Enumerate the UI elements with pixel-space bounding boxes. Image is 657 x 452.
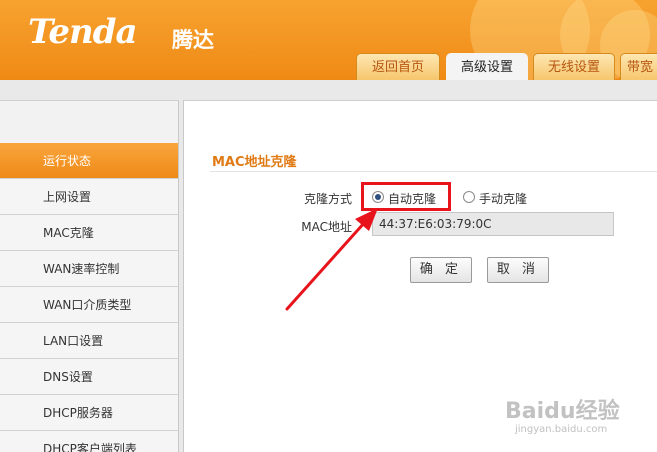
cancel-button[interactable]: 取 消 — [487, 257, 549, 283]
tenda-logo: Tenda — [28, 12, 138, 52]
ok-button[interactable]: 确 定 — [410, 257, 472, 283]
radio-auto-clone[interactable] — [372, 191, 384, 203]
tab-bandwidth[interactable]: 带宽 — [620, 53, 657, 80]
tab-wireless-settings[interactable]: 无线设置 — [533, 53, 615, 80]
sidebar-item-mac-clone[interactable]: MAC克隆 — [0, 215, 178, 251]
baidu-watermark: Baidu经验 — [505, 399, 620, 424]
sidebar-item-status[interactable]: 运行状态 — [0, 143, 178, 179]
header-banner: Tenda 腾达 返回首页 高级设置 无线设置 带宽 — [0, 0, 657, 80]
section-divider — [210, 171, 657, 172]
tab-advanced-settings[interactable]: 高级设置 — [446, 53, 528, 80]
sidebar-item-wan-speed[interactable]: WAN速率控制 — [0, 251, 178, 287]
tab-home[interactable]: 返回首页 — [356, 53, 440, 80]
sidebar-item-wan-media[interactable]: WAN口介质类型 — [0, 287, 178, 323]
sidebar: 运行状态 上网设置 MAC克隆 WAN速率控制 WAN口介质类型 LAN口设置 … — [0, 100, 179, 452]
mac-address-field[interactable]: 44:37:E6:03:79:0C — [372, 212, 614, 236]
manual-clone-label: 手动克隆 — [479, 192, 528, 206]
sidebar-item-lan[interactable]: LAN口设置 — [0, 323, 178, 359]
sidebar-item-dhcp-server[interactable]: DHCP服务器 — [0, 395, 178, 431]
radio-manual-clone[interactable] — [463, 191, 475, 203]
sidebar-item-dhcp-clients[interactable]: DHCP客户端列表 — [0, 431, 178, 452]
section-title: MAC地址克隆 — [212, 155, 297, 170]
baidu-watermark-url: jingyan.baidu.com — [515, 424, 608, 435]
sidebar-item-internet[interactable]: 上网设置 — [0, 179, 178, 215]
sidebar-item-dns[interactable]: DNS设置 — [0, 359, 178, 395]
clone-mode-label: 克隆方式 — [303, 192, 352, 206]
tenda-logo-chinese: 腾达 — [172, 28, 214, 52]
auto-clone-label: 自动克隆 — [388, 192, 437, 206]
mac-address-label: MAC地址 — [301, 220, 352, 234]
